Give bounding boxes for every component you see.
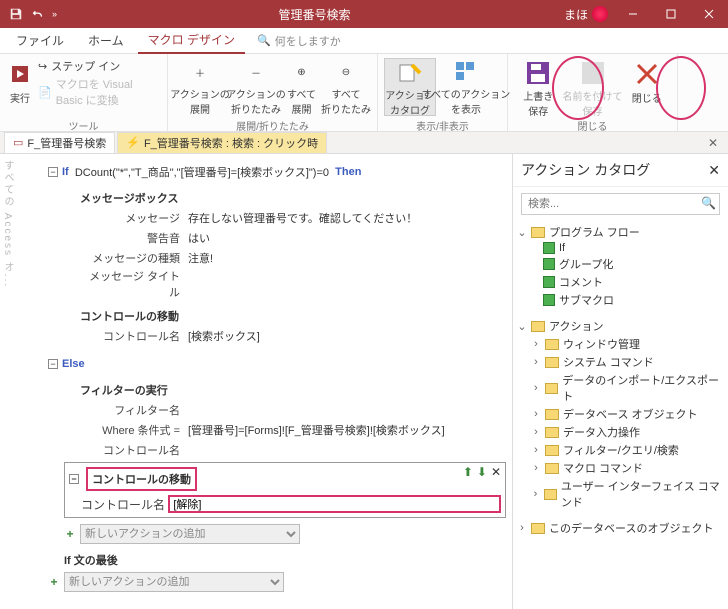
folder-icon — [545, 383, 559, 394]
action-applyfilter[interactable]: フィルターの実行 — [80, 380, 506, 400]
end-if-label: If 文の最後 — [64, 550, 506, 570]
tell-me-search[interactable]: 🔍 何をしますか — [257, 33, 341, 49]
save-icon — [524, 60, 552, 86]
macro-item-icon — [543, 294, 555, 306]
save-qat-icon[interactable] — [8, 6, 24, 22]
maximize-button[interactable] — [652, 0, 690, 28]
expand-all-button[interactable]: ⊕すべて 展開 — [286, 58, 317, 116]
expand-action-button[interactable]: ＋アクションの 展開 — [174, 58, 226, 116]
minimize-button[interactable] — [614, 0, 652, 28]
action-msgbox[interactable]: メッセージボックス — [80, 188, 506, 208]
tab-macro-design[interactable]: マクロ デザイン — [138, 27, 245, 54]
collapse-all-button[interactable]: ⊖すべて 折りたたみ — [321, 58, 371, 116]
search-icon: 🔍 — [257, 34, 271, 47]
collapse-toggle[interactable]: − — [48, 359, 58, 369]
collapse-toggle[interactable]: − — [69, 474, 79, 484]
add-action-icon[interactable]: + — [48, 575, 60, 589]
all-actions-icon — [452, 60, 480, 84]
folder-icon — [531, 523, 545, 534]
collapse-action-button[interactable]: －アクションの 折りたたみ — [230, 58, 282, 116]
tab-file[interactable]: ファイル — [6, 28, 74, 53]
delete-action-icon[interactable]: ✕ — [491, 465, 501, 479]
step-in-button[interactable]: ↪ステップ イン — [38, 58, 161, 74]
control-name-input[interactable] — [168, 495, 501, 513]
group-expand-label: 展開/折りたたみ — [174, 116, 371, 133]
catalog-search-input[interactable] — [521, 193, 720, 215]
close-button[interactable]: 閉じる — [623, 58, 672, 116]
folder-icon — [545, 339, 559, 350]
form-icon: ▭ — [13, 136, 23, 149]
macro-item-icon — [543, 242, 555, 254]
folder-icon — [545, 427, 559, 438]
run-button[interactable]: 実行 — [6, 58, 34, 116]
close-icon — [633, 60, 661, 88]
doc-close-button[interactable]: ✕ — [702, 136, 724, 150]
tab-home[interactable]: ホーム — [78, 28, 134, 53]
undo-icon[interactable] — [30, 6, 46, 22]
macro-editor[interactable]: − If DCount("*","T_商品","[管理番号]=[検索ボックス]"… — [14, 154, 512, 609]
vb-icon: 📄 — [38, 86, 52, 99]
group-show-label: 表示/非表示 — [384, 116, 501, 133]
search-icon[interactable]: 🔍 — [701, 196, 716, 210]
action-catalog-pane: アクション カタログ ✕ 🔍 ⌄プログラム フロー If グループ化 コメント … — [512, 154, 728, 609]
folder-icon — [545, 357, 559, 368]
moveup-icon[interactable]: ⬆ — [463, 465, 473, 479]
save-button[interactable]: 上書き 保存 — [514, 58, 563, 116]
action-goto1[interactable]: コントロールの移動 — [80, 306, 506, 326]
catalog-close-icon[interactable]: ✕ — [708, 162, 720, 179]
run-icon — [6, 60, 34, 88]
catalog-tree[interactable]: ⌄プログラム フロー If グループ化 コメント サブマクロ ⌄アクション ›ウ… — [513, 221, 728, 609]
folder-icon — [531, 321, 545, 332]
group-tools-label: ツール — [6, 116, 161, 133]
convert-vb-button: 📄マクロを Visual Basic に変換 — [38, 76, 161, 108]
macro-item-icon — [543, 276, 555, 288]
movedown-icon[interactable]: ⬇ — [477, 465, 487, 479]
collapse-all-icon: ⊖ — [332, 60, 360, 84]
collapse-icon: － — [242, 60, 270, 84]
doc-tab-macro[interactable]: ⚡F_管理番号検索 : 検索 : クリック時 — [117, 132, 327, 154]
nav-pane-collapsed[interactable]: すべての Access オ... — [0, 160, 15, 288]
save-as-icon — [579, 60, 607, 86]
group-close-label: 閉じる — [514, 116, 671, 133]
qat-more-icon[interactable]: » — [52, 9, 57, 19]
user-avatar-icon — [592, 6, 608, 22]
folder-icon — [544, 489, 557, 500]
close-window-button[interactable] — [690, 0, 728, 28]
add-action-icon[interactable]: + — [64, 527, 76, 541]
catalog-icon — [396, 61, 424, 85]
macro-item-icon — [543, 258, 555, 270]
step-in-icon: ↪ — [38, 60, 47, 73]
add-action-select[interactable]: 新しいアクションの追加 — [80, 524, 300, 544]
macro-icon: ⚡ — [126, 136, 140, 149]
expand-all-icon: ⊕ — [288, 60, 316, 84]
add-action-select[interactable]: 新しいアクションの追加 — [64, 572, 284, 592]
user-account[interactable]: まほ — [564, 6, 614, 23]
collapse-toggle[interactable]: − — [48, 167, 58, 177]
window-title: 管理番号検索 — [65, 6, 564, 23]
folder-icon — [531, 227, 545, 238]
folder-icon — [545, 463, 559, 474]
catalog-title: アクション カタログ — [521, 160, 650, 180]
folder-icon — [545, 409, 559, 420]
show-all-actions-button[interactable]: すべてのアクション を表示 — [440, 58, 492, 116]
expand-icon: ＋ — [186, 60, 214, 84]
doc-tab-form[interactable]: ▭F_管理番号検索 — [4, 132, 115, 154]
folder-icon — [545, 445, 559, 456]
action-goto2-block[interactable]: − コントロールの移動 ⬆ ⬇ ✕ コントロール名 — [64, 462, 506, 518]
save-as-button: 名前を付けて 保存 — [567, 58, 619, 116]
